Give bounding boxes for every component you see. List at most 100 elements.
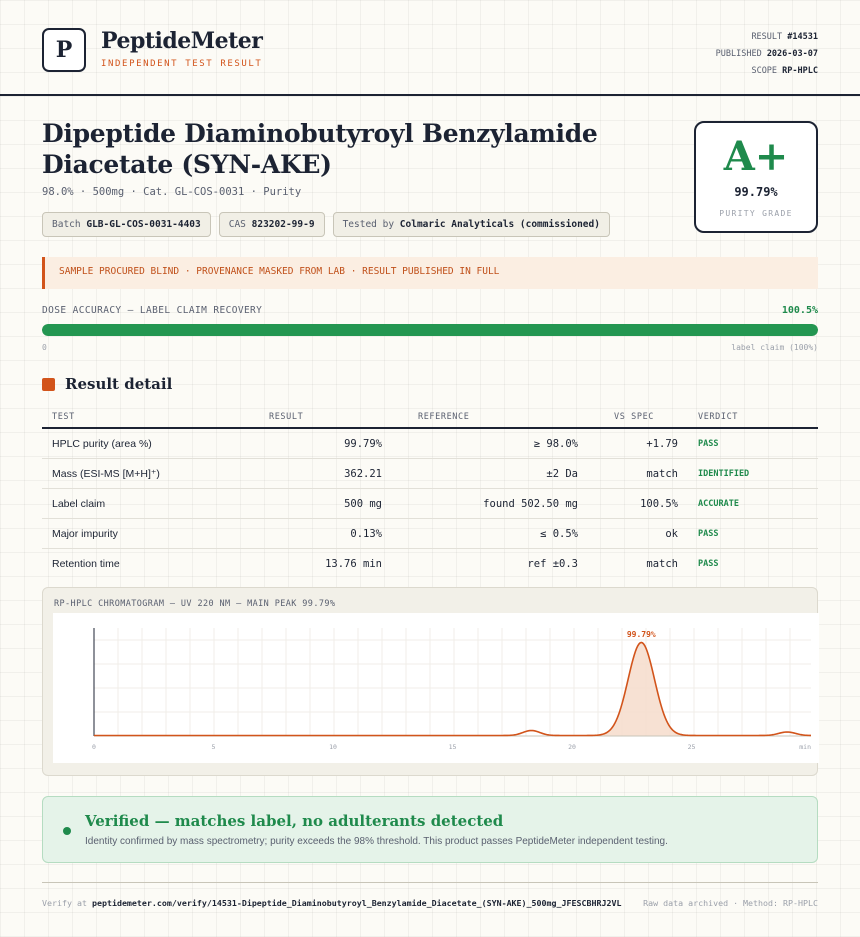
cell-test: Major impurity xyxy=(42,518,215,549)
cell-result: 0.13% xyxy=(215,518,392,549)
x-tick-label: 15 xyxy=(449,743,457,751)
dose-bar-max-label: label claim (100%) xyxy=(731,343,818,352)
cell-vs-spec: ok xyxy=(588,518,688,549)
x-tick-label: 20 xyxy=(568,743,576,751)
chip-label: CAS xyxy=(228,219,246,230)
logo-mark: P xyxy=(42,28,86,72)
chromatogram-panel: RP-HPLC CHROMATOGRAM — UV 220 NM — MAIN … xyxy=(42,587,819,776)
x-tick-label: 5 xyxy=(212,743,216,751)
table-row: Mass (ESI-MS [M+H]⁺) 362.21 ±2 Da match IDEN… xyxy=(42,458,818,489)
verified-description: Identity confirmed by mass spectrometry;… xyxy=(85,836,668,847)
chip-label: Tested by xyxy=(342,219,395,230)
chromatogram-chart: 99.79% 0 5 10 15 20 25 min xyxy=(92,628,812,751)
verified-dot-icon xyxy=(63,827,71,835)
purity-grade-card: A+ 99.79% PURITY GRADE xyxy=(694,121,818,233)
chip-value: 823202-99-9 xyxy=(251,219,315,230)
meta-published-label: PUBLISHED xyxy=(715,49,762,59)
col-header-result: RESULT xyxy=(215,406,392,429)
tested-by-chip: Tested by Colmaric Analyticals (commissi… xyxy=(332,212,610,237)
main-peak-label: 99.79% xyxy=(627,630,656,639)
verified-banner: Verified — matches label, no adulterants… xyxy=(42,796,818,863)
footer-verify-prefix: Verify at xyxy=(42,898,87,908)
x-tick-label: 0 xyxy=(92,743,96,751)
chart-title: RP-HPLC CHROMATOGRAM — UV 220 NM — MAIN … xyxy=(54,599,336,609)
cell-reference: ref ±0.3 xyxy=(527,557,578,570)
blind-sample-notice: SAMPLE PROCURED BLIND · PROVENANCE MASKE… xyxy=(42,257,818,289)
cell-reference: ±2 Da xyxy=(392,458,588,489)
meta-scope: SCOPE RP-HPLC xyxy=(716,63,818,80)
grade-value: 99.79% xyxy=(734,185,778,199)
verified-title: Verified — matches label, no adulterants… xyxy=(85,812,504,830)
cell-result: 362.21 xyxy=(215,458,392,489)
cell-verdict: PASS xyxy=(688,428,818,459)
dose-accuracy-fill xyxy=(42,324,818,336)
grade-label: PURITY GRADE xyxy=(719,209,793,218)
cell-vs-spec: +1.79 xyxy=(588,428,688,459)
table-row: Major impurity 0.13% ≤ 0.5% ok PASS xyxy=(42,518,818,549)
result-table: TEST RESULT REFERENCE VS SPEC VERDICT HP… xyxy=(42,406,818,578)
cell-test: HPLC purity (area %) xyxy=(42,428,215,459)
x-tick-label: 10 xyxy=(329,743,337,751)
cell-verdict: IDENTIFIED xyxy=(688,458,818,489)
cell-verdict: ACCURATE xyxy=(688,488,818,519)
cell-verdict: PASS xyxy=(688,518,818,549)
meta-result-label: RESULT xyxy=(751,32,783,42)
report-meta: RESULT #14531 PUBLISHED 2026-03-07 SCOPE… xyxy=(716,29,818,80)
chart-plot-area: 99.79% 0 5 10 15 20 25 min xyxy=(53,613,819,763)
cell-vs-spec: match xyxy=(646,557,678,570)
meta-scope-value: RP-HPLC xyxy=(782,66,818,76)
batch-chip: Batch GLB-GL-COS-0031-4403 xyxy=(42,212,211,237)
x-tick-label: 25 xyxy=(688,743,696,751)
cell-test: Label claim xyxy=(42,488,215,519)
cell-result: 99.79% xyxy=(215,428,392,459)
col-header-vs-spec: VS SPEC xyxy=(588,406,688,429)
meta-result-value: #14531 xyxy=(787,32,818,42)
grade-letter: A+ xyxy=(723,133,789,180)
col-header-reference: REFERENCE xyxy=(392,406,588,429)
cas-chip: CAS 823202-99-9 xyxy=(218,212,325,237)
cell-vs-spec: 100.5% xyxy=(588,488,688,519)
chip-value: GLB-GL-COS-0031-4403 xyxy=(86,219,201,230)
footer-divider xyxy=(42,882,818,883)
section-title: Result detail xyxy=(65,375,173,393)
col-header-test: TEST xyxy=(42,406,215,429)
product-subline: 98.0% · 500mg · Cat. GL-COS-0031 · Purit… xyxy=(42,186,302,198)
meta-result: RESULT #14531 xyxy=(716,29,818,46)
footer-right-text: Raw data archived · Method: RP-HPLC xyxy=(643,898,818,908)
meta-scope-label: SCOPE xyxy=(751,66,778,76)
chip-value: Colmaric Analyticals (commissioned) xyxy=(399,219,600,230)
chip-label: Batch xyxy=(52,219,81,230)
cell-result: 500 mg xyxy=(215,488,392,519)
chromatogram-trace xyxy=(94,641,812,737)
cell-reference: found 502.50 mg xyxy=(392,488,588,519)
dose-accuracy-label: DOSE ACCURACY — LABEL CLAIM RECOVERY xyxy=(42,305,263,316)
cell-result: 13.76 min xyxy=(325,557,382,570)
cell-test: Retention time xyxy=(52,557,120,570)
dose-bar-min-label: 0 xyxy=(42,343,47,352)
main-peak-fill xyxy=(588,643,694,736)
cell-reference: ≤ 0.5% xyxy=(392,518,588,549)
product-chips: Batch GLB-GL-COS-0031-4403 CAS 823202-99… xyxy=(42,212,610,237)
x-end-label: min xyxy=(799,743,811,751)
table-header-row: TEST RESULT REFERENCE VS SPEC VERDICT xyxy=(42,406,818,429)
table-row: Retention time 13.76 min ref ±0.3 match PASS xyxy=(42,549,818,579)
brand-tagline: INDEPENDENT TEST RESULT xyxy=(101,59,263,69)
cell-reference: ≥ 98.0% xyxy=(392,428,588,459)
table-row: Label claim 500 mg found 502.50 mg 100.5% AC… xyxy=(42,488,818,519)
col-header-verdict: VERDICT xyxy=(688,406,818,429)
cell-test: Mass (ESI-MS [M+H]⁺) xyxy=(42,458,215,489)
cell-verdict: PASS xyxy=(698,558,719,569)
dose-accuracy-value: 100.5% xyxy=(781,305,818,316)
footer: Verify at peptidemeter.com/verify/14531-… xyxy=(42,898,818,908)
dose-accuracy-bar xyxy=(42,324,818,336)
cell-vs-spec: match xyxy=(588,458,688,489)
section-marker-icon xyxy=(42,377,55,391)
brand-name: PeptideMeter xyxy=(101,28,263,54)
verify-link[interactable]: peptidemeter.com/verify/14531-Dipeptide_… xyxy=(92,898,622,908)
meta-published-value: 2026-03-07 xyxy=(766,49,818,59)
result-detail-heading: Result detail xyxy=(42,375,172,393)
header-divider xyxy=(0,94,860,96)
table-row: HPLC purity (area %) 99.79% ≥ 98.0% +1.79 PA… xyxy=(42,428,818,459)
meta-published: PUBLISHED 2026-03-07 xyxy=(716,46,818,63)
product-title: Dipeptide Diaminobutyroyl Benzylamide Di… xyxy=(42,119,598,179)
